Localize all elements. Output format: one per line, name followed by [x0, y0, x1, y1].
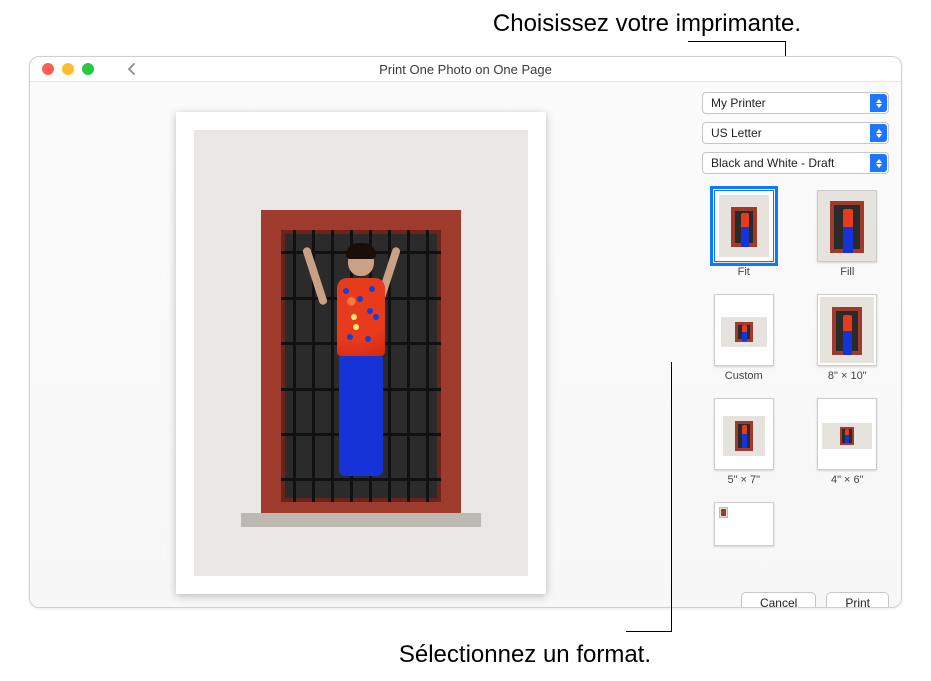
printer-select[interactable]: My Printer [702, 92, 889, 114]
dropdown-arrows-icon [870, 154, 887, 172]
dialog-footer: Cancel Print [702, 586, 889, 608]
format-label: Custom [725, 370, 763, 382]
chevron-left-icon [127, 62, 137, 76]
print-options-sidebar: My Printer US Letter Black and White - D… [692, 82, 901, 608]
format-option-5x7[interactable]: 5" × 7" [706, 398, 782, 486]
window-title: Print One Photo on One Page [379, 62, 552, 77]
format-option-contact-sheet[interactable] [706, 502, 782, 550]
callout-line [626, 631, 671, 632]
quality-select[interactable]: Black and White - Draft [702, 152, 889, 174]
print-button[interactable]: Print [826, 592, 889, 608]
dropdown-arrows-icon [870, 94, 887, 112]
format-option-fill[interactable]: Fill [810, 190, 886, 278]
dropdown-arrows-icon [870, 124, 887, 142]
format-label: 4" × 6" [831, 474, 864, 486]
format-label: Fill [840, 266, 854, 278]
quality-value: Black and White - Draft [711, 156, 834, 170]
preview-area [30, 82, 692, 608]
close-button[interactable] [42, 63, 54, 75]
format-option-8x10[interactable]: 8" × 10" [810, 294, 886, 382]
minimize-button[interactable] [62, 63, 74, 75]
format-thumb [714, 502, 774, 546]
print-dialog-window: Print One Photo on One Page [29, 56, 902, 608]
format-thumb [714, 190, 774, 262]
format-thumb [714, 398, 774, 470]
back-button[interactable] [120, 57, 144, 81]
titlebar: Print One Photo on One Page [30, 57, 901, 81]
maximize-button[interactable] [82, 63, 94, 75]
format-thumb [817, 294, 877, 366]
format-label: 5" × 7" [727, 474, 760, 486]
format-thumb [817, 398, 877, 470]
callout-line [688, 41, 786, 42]
callout-select-format: Sélectionnez un format. [399, 641, 651, 669]
content-area: My Printer US Letter Black and White - D… [30, 81, 901, 608]
format-option-custom[interactable]: Custom [706, 294, 782, 382]
cancel-button[interactable]: Cancel [741, 592, 816, 608]
callout-line [671, 362, 672, 632]
traffic-lights [42, 63, 94, 75]
format-label: Fit [738, 266, 750, 278]
callout-choose-printer: Choisissez votre imprimante. [493, 10, 801, 38]
format-option-fit[interactable]: Fit [706, 190, 782, 278]
format-grid: Fit Fill [702, 182, 889, 578]
format-label: 8" × 10" [828, 370, 867, 382]
format-thumb [714, 294, 774, 366]
paper-value: US Letter [711, 126, 762, 140]
page-preview [176, 112, 546, 594]
photo-preview [194, 130, 528, 576]
paper-size-select[interactable]: US Letter [702, 122, 889, 144]
format-thumb [817, 190, 877, 262]
printer-value: My Printer [711, 96, 766, 110]
format-option-4x6[interactable]: 4" × 6" [810, 398, 886, 486]
